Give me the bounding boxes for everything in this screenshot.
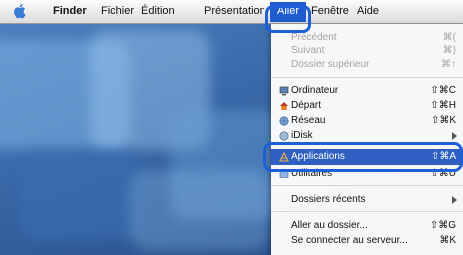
highlight-ring-aller	[265, 5, 311, 33]
network-icon	[279, 116, 289, 126]
menu-item-label: Réseau	[291, 115, 326, 126]
menu-item-ordinateur[interactable]: Ordinateur ⇧⌘C	[271, 84, 463, 98]
menu-item-depart[interactable]: Départ ⇧⌘H	[271, 99, 463, 113]
menu-item-dossier-superieur[interactable]: Dossier supérieur ⌘↑	[271, 58, 463, 72]
menu-item-se-connecter-au-serveur[interactable]: Se connecter au serveur... ⌘K	[271, 234, 463, 248]
aller-dropdown-menu: Précédent ⌘( Suivant ⌘) Dossier supérieu…	[271, 24, 463, 255]
menu-aide[interactable]: Aide	[357, 5, 379, 17]
menu-item-label: Suivant	[291, 45, 325, 56]
menu-item-shortcut: ⌘(	[442, 32, 456, 43]
menu-item-reseau[interactable]: Réseau ⇧⌘K	[271, 114, 463, 128]
menu-separator	[271, 77, 463, 78]
menu-finder[interactable]: Finder	[53, 5, 87, 17]
menu-item-shortcut: ⇧⌘K	[430, 115, 456, 126]
menu-item-shortcut: ⇧⌘H	[430, 100, 456, 111]
menu-item-label: Dossiers récents	[291, 194, 366, 205]
menu-separator	[271, 211, 463, 212]
computer-icon	[279, 86, 289, 96]
menu-item-shortcut: ⇧⌘G	[429, 220, 456, 231]
submenu-arrow-icon	[452, 132, 457, 140]
menu-item-label: Ordinateur	[291, 85, 339, 96]
menu-item-label: Dossier supérieur	[291, 59, 370, 70]
menu-item-idisk[interactable]: iDisk	[271, 129, 463, 143]
menu-fichier[interactable]: Fichier	[101, 5, 134, 17]
menu-bar: Finder Fichier Édition Présentation Alle…	[0, 0, 463, 24]
menu-item-suivant[interactable]: Suivant ⌘)	[271, 44, 463, 58]
highlight-ring-applications	[263, 142, 463, 172]
submenu-arrow-icon	[452, 196, 457, 204]
menu-item-label: Départ	[291, 100, 322, 111]
menu-item-shortcut: ⌘↑	[441, 59, 456, 70]
menu-presentation[interactable]: Présentation	[204, 5, 264, 17]
menu-item-label: Se connecter au serveur...	[291, 235, 408, 246]
apple-menu-icon[interactable]	[13, 3, 27, 19]
menu-separator	[271, 185, 463, 186]
menu-item-label: iDisk	[291, 130, 313, 141]
menu-item-label: Précédent	[291, 32, 337, 43]
menu-item-precedent[interactable]: Précédent ⌘(	[271, 31, 463, 45]
menu-item-shortcut: ⌘K	[439, 235, 456, 246]
home-icon	[280, 102, 288, 110]
menu-fenetre[interactable]: Fenêtre	[311, 5, 349, 17]
menu-item-shortcut: ⇧⌘C	[430, 85, 456, 96]
desktop-blob	[20, 150, 140, 240]
menu-item-shortcut: ⌘)	[442, 45, 456, 56]
idisk-icon	[279, 131, 289, 141]
desktop-blob	[130, 170, 270, 250]
menu-item-label: Aller au dossier...	[291, 220, 368, 231]
menu-item-dossiers-recents[interactable]: Dossiers récents	[271, 193, 463, 207]
menu-edition[interactable]: Édition	[141, 5, 175, 17]
menu-item-aller-au-dossier[interactable]: Aller au dossier... ⇧⌘G	[271, 219, 463, 233]
